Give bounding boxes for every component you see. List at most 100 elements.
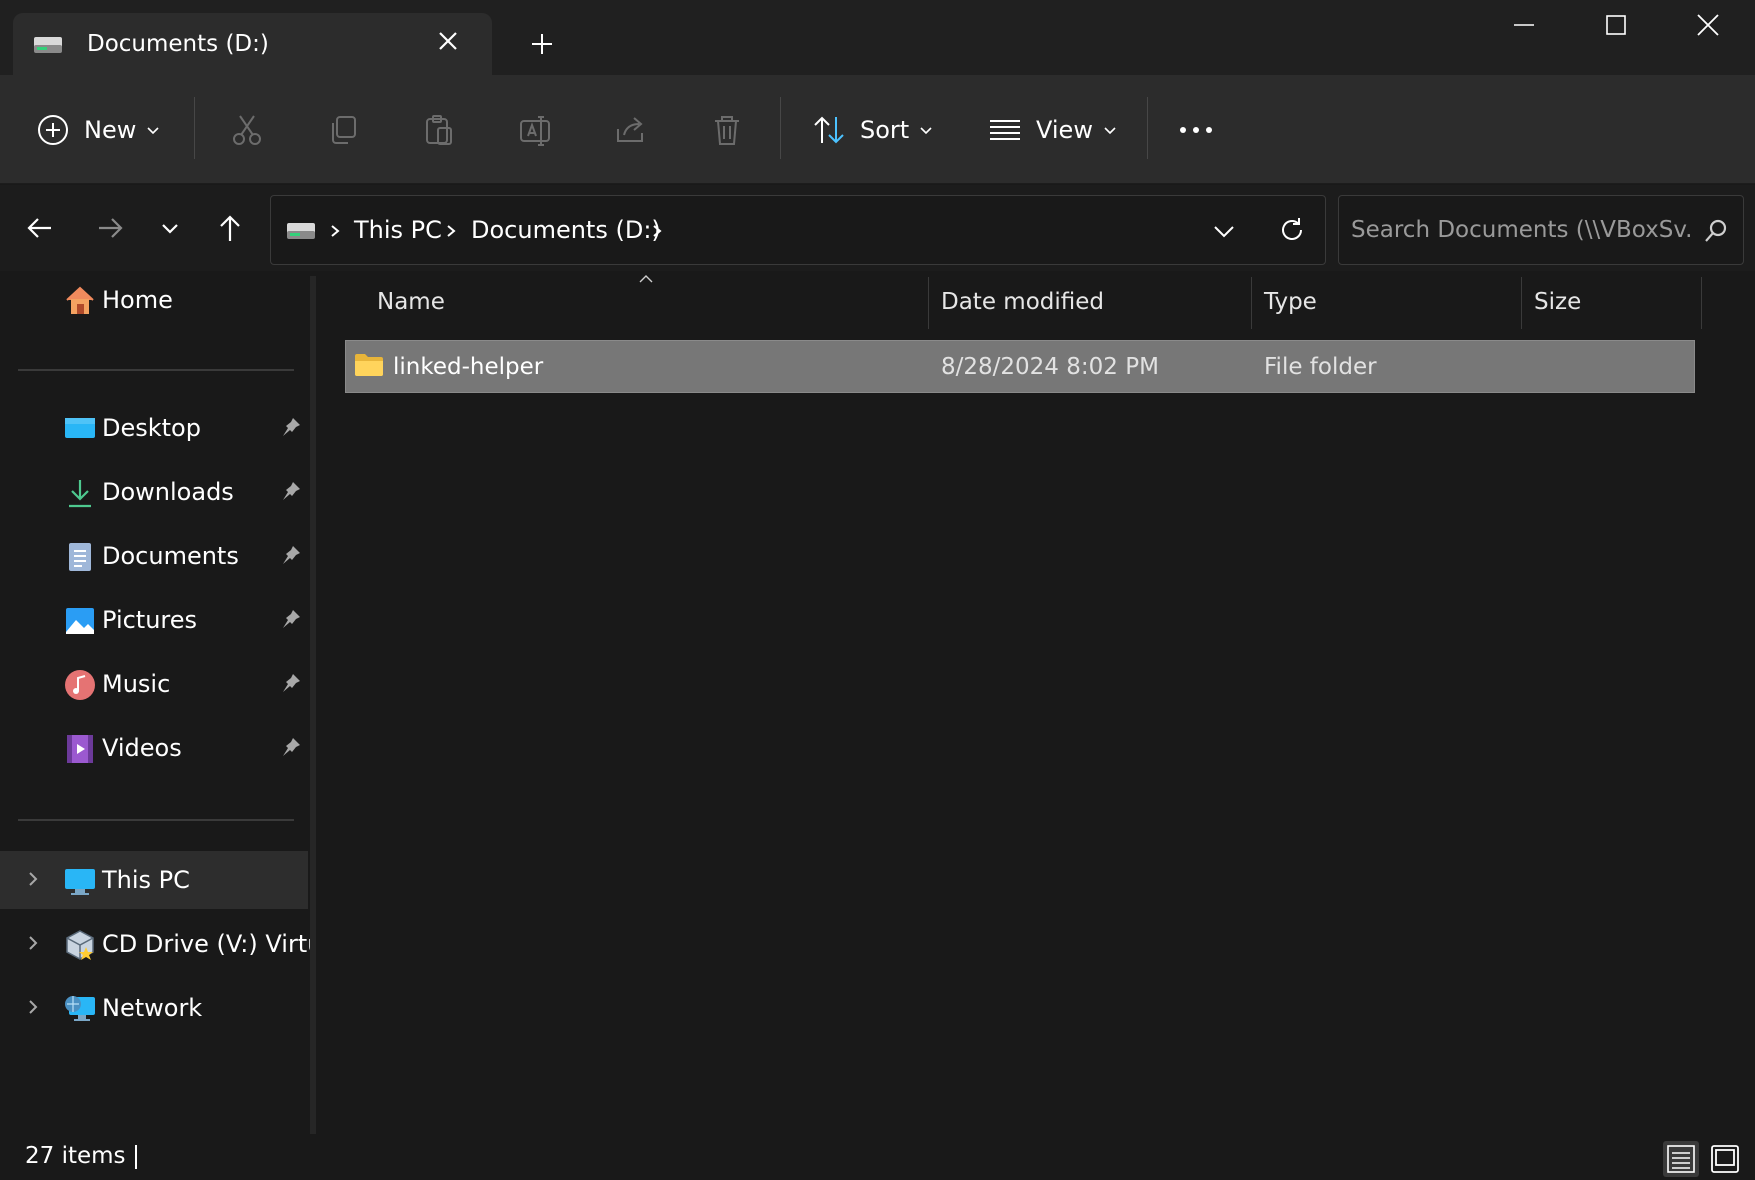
file-name[interactable]: linked-helper [393, 341, 543, 392]
view-button[interactable]: View [988, 75, 1117, 184]
copy-icon [332, 115, 356, 144]
sidebar-item-cd-drive[interactable]: CD Drive (V:) VirtualBox Guest Additions [0, 915, 310, 973]
tab-documents-d[interactable]: Documents (D:) [13, 13, 492, 75]
music-icon [65, 670, 95, 700]
this-pc-icon [65, 869, 95, 895]
breadcrumb-chevron-icon[interactable] [329, 224, 341, 238]
close-window-button[interactable] [1678, 0, 1738, 50]
trash-icon [715, 115, 739, 145]
details-view-icon [1667, 1145, 1695, 1173]
sidebar-item-desktop[interactable]: Desktop [0, 399, 308, 457]
maximize-icon [1606, 15, 1626, 35]
sidebar-item-videos[interactable]: Videos [0, 719, 308, 777]
search-icon[interactable] [1703, 218, 1729, 244]
sidebar-item-label: Videos [102, 734, 182, 762]
cd-drive-icon [66, 930, 94, 960]
sort-label: Sort [860, 115, 910, 144]
large-icons-view-button[interactable] [1707, 1141, 1743, 1177]
sidebar-item-music[interactable]: Music [0, 655, 308, 713]
pin-icon [283, 546, 300, 564]
table-row[interactable]: linked-helper 8/28/2024 8:02 PM File fol… [345, 340, 1695, 393]
share-icon [617, 116, 643, 142]
details-view-button[interactable] [1663, 1141, 1699, 1177]
sidebar-item-label: Documents [102, 542, 239, 570]
sidebar-item-label: Network [102, 994, 203, 1022]
pin-icon [283, 482, 300, 500]
pictures-icon [66, 608, 94, 634]
up-icon[interactable] [213, 211, 247, 245]
search-box[interactable] [1338, 195, 1744, 265]
search-input[interactable] [1351, 196, 1691, 264]
address-history-chevron-icon[interactable] [1211, 218, 1237, 244]
sidebar-item-label: This PC [102, 866, 190, 894]
more-options-button[interactable] [1178, 75, 1214, 184]
share-button[interactable] [614, 75, 648, 184]
command-bar: New Sort View [0, 75, 1755, 184]
delete-button[interactable] [710, 75, 744, 184]
cut-button[interactable] [230, 75, 264, 184]
pin-icon [283, 610, 300, 628]
close-tab-icon[interactable] [434, 27, 462, 55]
sidebar-item-label: CD Drive (V:) VirtualBox Guest Additions [102, 930, 310, 958]
column-divider[interactable] [1701, 277, 1702, 329]
recent-locations-chevron-icon[interactable] [153, 211, 187, 245]
toolbar-separator [1147, 97, 1148, 159]
sidebar-item-network[interactable]: Network [0, 979, 308, 1037]
new-button[interactable]: New [36, 75, 160, 184]
address-row: This PC Documents (D:) [0, 185, 1755, 271]
breadcrumb-chevron-icon[interactable] [651, 224, 663, 238]
breadcrumb-documents-d[interactable]: Documents (D:) [471, 196, 661, 264]
paste-button[interactable] [422, 75, 456, 184]
rename-icon [520, 115, 550, 146]
column-divider[interactable] [1521, 277, 1522, 329]
navigation-pane: Home Desktop Downloads Documents Picture… [0, 271, 312, 1135]
pin-icon [283, 674, 300, 692]
sidebar-divider [18, 369, 294, 371]
breadcrumb-chevron-icon[interactable] [445, 224, 457, 238]
column-header-date-modified[interactable]: Date modified [941, 271, 1104, 333]
column-header-size[interactable]: Size [1534, 271, 1581, 333]
title-bar: Documents (D:) [0, 0, 1755, 75]
chevron-down-icon [147, 126, 159, 134]
forward-icon[interactable] [93, 211, 127, 245]
close-icon [1697, 14, 1719, 36]
tab-title: Documents (D:) [87, 31, 269, 57]
column-divider[interactable] [928, 277, 929, 329]
sidebar-item-downloads[interactable]: Downloads [0, 463, 308, 521]
cut-icon [233, 114, 261, 145]
column-header-type[interactable]: Type [1264, 271, 1317, 333]
folder-icon [355, 354, 383, 376]
status-bar: 27 items [0, 1135, 1755, 1180]
sidebar-item-pictures[interactable]: Pictures [0, 591, 308, 649]
copy-button[interactable] [326, 75, 360, 184]
sidebar-divider [18, 819, 294, 821]
sidebar-item-this-pc[interactable]: This PC [0, 851, 308, 909]
chevron-right-icon[interactable] [24, 869, 42, 889]
rename-button[interactable] [518, 75, 552, 184]
maximize-button[interactable] [1586, 0, 1646, 50]
new-tab-icon[interactable] [526, 28, 558, 60]
documents-icon [69, 543, 91, 571]
breadcrumb-this-pc[interactable]: This PC [354, 196, 442, 264]
file-explorer-window: Documents (D:) New Sort View This PC Doc… [0, 0, 1755, 1180]
large-icons-view-icon [1711, 1145, 1739, 1173]
sidebar-item-label: Pictures [102, 606, 198, 634]
column-header-name[interactable]: Name [377, 271, 445, 333]
videos-icon [67, 735, 93, 763]
chevron-right-icon[interactable] [24, 997, 42, 1017]
sidebar-item-home[interactable]: Home [0, 271, 308, 329]
address-bar[interactable]: This PC Documents (D:) [270, 195, 1326, 265]
downloads-icon [69, 480, 91, 508]
toolbar-separator [194, 97, 195, 159]
plus-circle-icon [38, 114, 68, 145]
sort-button[interactable]: Sort [812, 75, 933, 184]
minimize-button[interactable] [1494, 0, 1554, 50]
chevron-down-icon [1104, 126, 1116, 134]
back-icon[interactable] [23, 211, 57, 245]
refresh-icon[interactable] [1277, 215, 1307, 245]
toolbar-separator [780, 97, 781, 159]
column-divider[interactable] [1251, 277, 1252, 329]
chevron-right-icon[interactable] [24, 933, 42, 953]
file-type: File folder [1264, 353, 1377, 380]
sidebar-item-documents[interactable]: Documents [0, 527, 308, 585]
